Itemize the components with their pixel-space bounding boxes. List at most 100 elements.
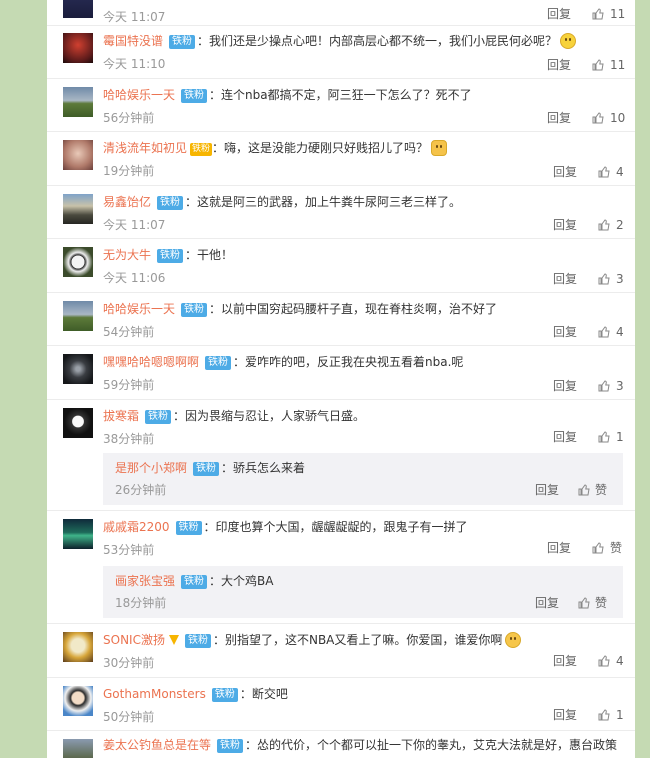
- thumbs-up-icon[interactable]: [598, 655, 610, 667]
- comment-item: 今天 11:07 回复 11: [47, 0, 635, 26]
- comment-line: 霉国特没谱 铁粉 ：我们还是少操点心吧！内部高层心都不统一，我们小屁民何必呢？: [103, 32, 577, 50]
- thumbs-up-icon[interactable]: [598, 273, 610, 285]
- comment-item: 无为大牛 铁粉 ：干他！ 今天 11:06 回复 3: [47, 239, 635, 293]
- comment-item: 哈哈娱乐一天 铁粉 ：连个nba都搞不定，阿三狂一下怎么了？死不了 56分钟前 回复…: [47, 79, 635, 132]
- thumbs-up-icon[interactable]: [598, 380, 610, 392]
- fan-badge: 铁粉: [181, 303, 208, 317]
- reply-button[interactable]: 回复: [553, 270, 577, 288]
- thumbs-up-icon[interactable]: [592, 8, 604, 20]
- like-label[interactable]: 赞: [610, 539, 622, 557]
- reply-button[interactable]: 回复: [553, 652, 577, 670]
- username-link[interactable]: 拔寒霜: [103, 409, 139, 423]
- comment-text: ：爱咋咋的吧，反正我在央视五看着nba.呢: [233, 355, 464, 369]
- comment-item: 清浅流年如初见 铁粉 ：嗨，这是没能力硬刚只好贱招儿了吗？ 19分钟前 回复 4: [47, 132, 635, 186]
- username-link[interactable]: 无为大牛: [103, 248, 151, 262]
- username-link[interactable]: 霉国特没谱: [103, 34, 163, 48]
- avatar[interactable]: [63, 301, 93, 331]
- comment-text: ：干他！: [185, 248, 234, 262]
- reply-button[interactable]: 回复: [553, 706, 577, 724]
- avatar[interactable]: [63, 739, 93, 758]
- username-link[interactable]: 戚戚霜2200: [103, 520, 170, 534]
- fan-badge: 铁粉: [205, 356, 232, 370]
- reply-button[interactable]: 回复: [553, 163, 577, 181]
- comment-item: 戚戚霜2200 铁粉 ：印度也算个大国，龌龌龊龊的，跟鬼子有一拼了 53分钟前 回复…: [47, 511, 635, 624]
- comment-feed: 今天 11:07 回复 11 霉国特没谱 铁粉 ：我们还是少操点心吧！内部高层心都不…: [47, 0, 635, 758]
- comment-line: 无为大牛 铁粉 ：干他！: [103, 246, 233, 264]
- username-link[interactable]: 哈哈娱乐一天: [103, 88, 175, 102]
- thumbs-up-icon[interactable]: [598, 431, 610, 443]
- avatar[interactable]: [63, 632, 93, 662]
- username-link[interactable]: 易鑫饴亿: [103, 195, 151, 209]
- thumbs-up-icon[interactable]: [592, 542, 604, 554]
- comment-time: 38分钟前: [103, 432, 155, 446]
- like-count: 4: [616, 165, 624, 179]
- reply-button[interactable]: 回复: [547, 109, 571, 127]
- comment-line: 姜太公钓鱼总是在等 铁粉 ：怂的代价，个个都可以扯一下你的睾丸，艾克大法就是好，惠台…: [103, 736, 617, 754]
- fan-badge: 铁粉: [193, 462, 220, 476]
- reply-button[interactable]: 回复: [553, 323, 577, 341]
- avatar[interactable]: [63, 519, 93, 549]
- username-link[interactable]: 哈哈娱乐一天: [103, 302, 175, 316]
- reply-button[interactable]: 回复: [553, 428, 577, 446]
- like-count: 2: [616, 218, 624, 232]
- thumbs-up-icon[interactable]: [578, 484, 590, 496]
- comment-text: ：以前中国穷起码腰杆子直，现在脊柱炎啊，治不好了: [209, 302, 498, 316]
- sub-reply: 画家张宝强 铁粉 ：大个鸡BA 18分钟前 回复 赞: [103, 566, 623, 618]
- reply-button[interactable]: 回复: [547, 5, 571, 23]
- smile-emoji-icon: [560, 33, 577, 49]
- reply-button[interactable]: 回复: [553, 216, 577, 234]
- fan-badge: 铁粉: [169, 35, 196, 49]
- username-link[interactable]: 是那个小郑啊: [115, 461, 187, 475]
- reply-button[interactable]: 回复: [547, 539, 571, 557]
- comment-text: ：印度也算个大国，龌龌龊龊的，跟鬼子有一拼了: [203, 520, 468, 534]
- thumbs-up-icon[interactable]: [592, 112, 604, 124]
- avatar[interactable]: [63, 408, 93, 438]
- username-link[interactable]: 姜太公钓鱼总是在等: [103, 738, 211, 752]
- avatar[interactable]: [63, 87, 93, 117]
- comment-time: 26分钟前: [115, 483, 167, 497]
- avatar[interactable]: [63, 33, 93, 63]
- thumbs-up-icon[interactable]: [598, 219, 610, 231]
- reply-button[interactable]: 回复: [547, 56, 571, 74]
- username-link[interactable]: 嘿嘿哈哈嗯嗯啊啊: [103, 355, 199, 369]
- cat-emoji-icon: [431, 140, 448, 156]
- thumbs-up-icon[interactable]: [578, 597, 590, 609]
- comment-line: GothamMonsters 铁粉 ：断交吧: [103, 685, 288, 703]
- like-label[interactable]: 赞: [595, 594, 607, 612]
- avatar[interactable]: [63, 354, 93, 384]
- comment-time: 19分钟前: [103, 164, 155, 178]
- thumbs-up-icon[interactable]: [598, 166, 610, 178]
- comment-time: 今天 11:10: [103, 57, 166, 71]
- reply-button[interactable]: 回复: [535, 481, 559, 499]
- comment-text: ：这就是阿三的武器，加上牛粪牛尿阿三老三样了。: [185, 195, 462, 209]
- comment-time: 53分钟前: [103, 543, 155, 557]
- comment-line: 是那个小郑啊 铁粉 ：骄兵怎么来着: [115, 459, 305, 477]
- like-count: 1: [616, 430, 624, 444]
- username-link[interactable]: 清浅流年如初见: [103, 141, 187, 155]
- fan-badge: 铁粉: [211, 688, 238, 702]
- like-count: 11: [610, 7, 626, 21]
- like-label[interactable]: 赞: [595, 481, 607, 499]
- username-link[interactable]: GothamMonsters: [103, 687, 206, 701]
- username-link[interactable]: SONIC激扬: [103, 633, 165, 647]
- thumbs-up-icon[interactable]: [598, 709, 610, 721]
- like-count: 1: [616, 708, 624, 722]
- avatar[interactable]: [63, 686, 93, 716]
- comment-line: 戚戚霜2200 铁粉 ：印度也算个大国，龌龌龊龊的，跟鬼子有一拼了: [103, 518, 468, 536]
- thumbs-up-icon[interactable]: [598, 326, 610, 338]
- thumbs-up-icon[interactable]: [592, 59, 604, 71]
- reply-button[interactable]: 回复: [535, 594, 559, 612]
- comment-time: 今天 11:06: [103, 271, 166, 285]
- comment-line: 哈哈娱乐一天 铁粉 ：连个nba都搞不定，阿三狂一下怎么了？死不了: [103, 86, 472, 104]
- avatar[interactable]: [63, 140, 93, 170]
- avatar[interactable]: [63, 194, 93, 224]
- comment-item: 嘿嘿哈哈嗯嗯啊啊 铁粉 ：爱咋咋的吧，反正我在央视五看着nba.呢 59分钟前 回复…: [47, 346, 635, 400]
- username-link[interactable]: 画家张宝强: [115, 574, 175, 588]
- like-count: 4: [616, 325, 624, 339]
- avatar[interactable]: [63, 247, 93, 277]
- avatar[interactable]: [63, 0, 93, 18]
- like-count: 11: [610, 58, 626, 72]
- reply-button[interactable]: 回复: [553, 377, 577, 395]
- comment-time: 50分钟前: [103, 710, 155, 724]
- comment-time: 54分钟前: [103, 325, 155, 339]
